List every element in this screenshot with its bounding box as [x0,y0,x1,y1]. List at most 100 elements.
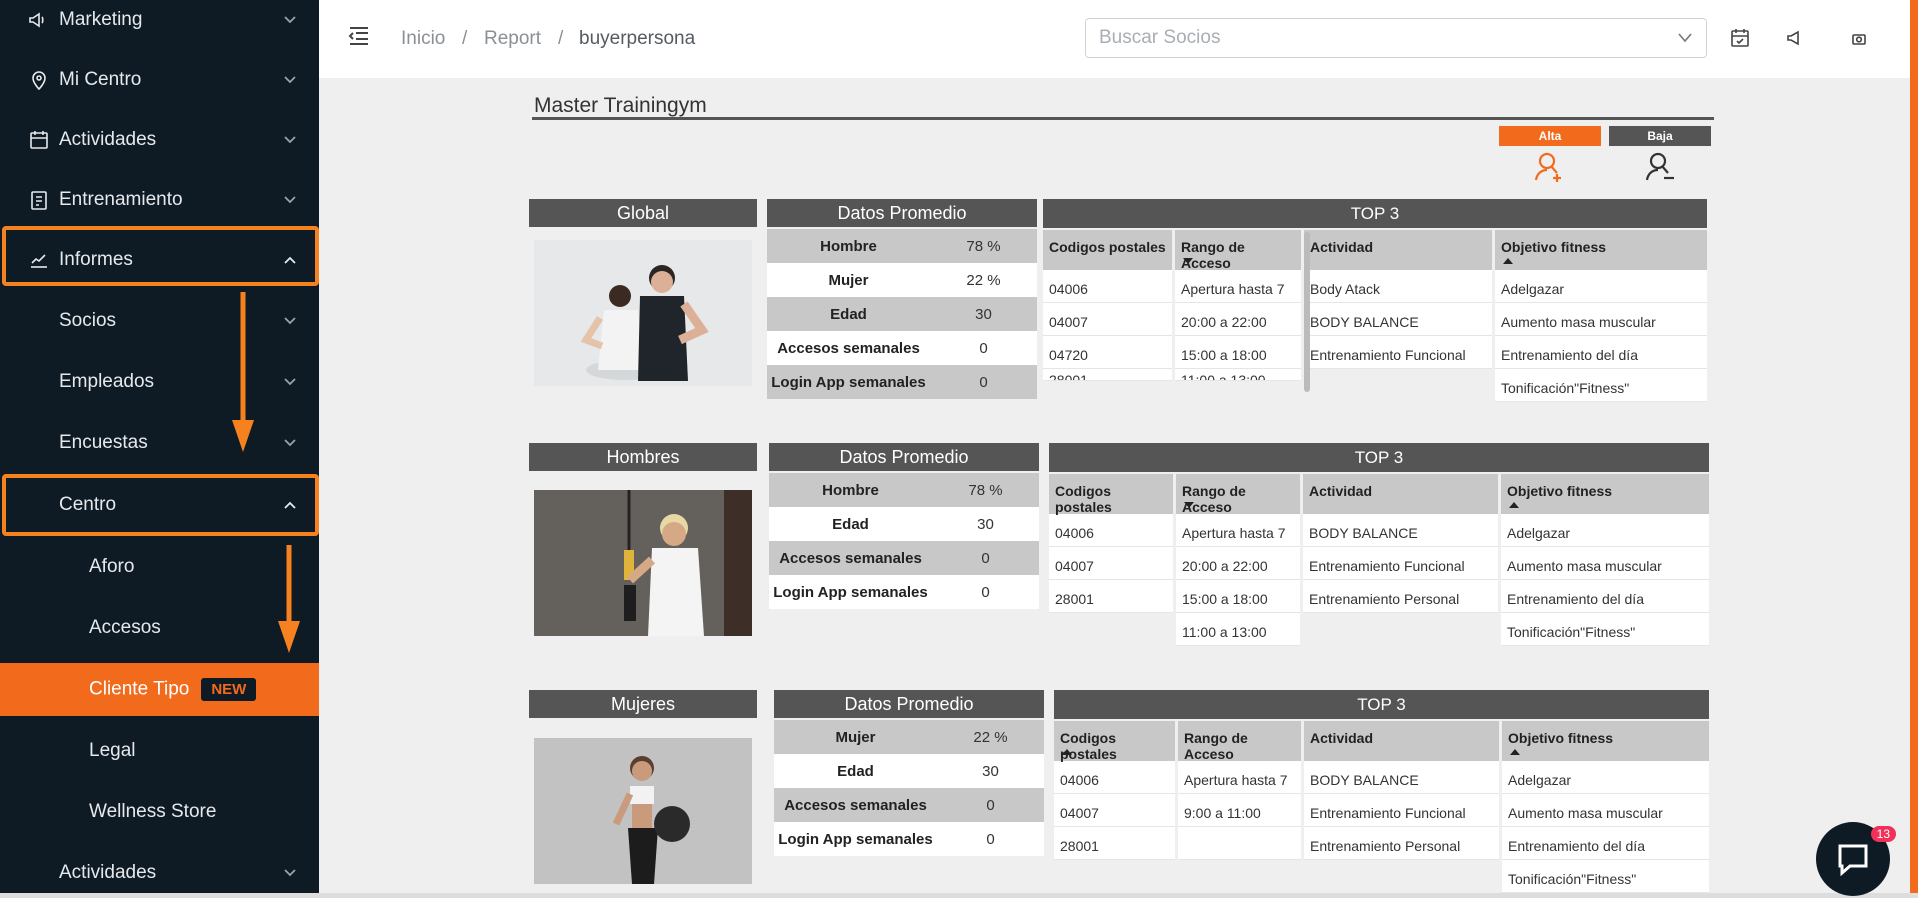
datos-key: Login App semanales [773,583,928,601]
location-pin-icon [32,71,46,91]
datos-key: Hombre [820,237,877,255]
table-cell: Entrenamiento Funcional [1304,794,1499,827]
orange-arrow-down-icon [278,545,300,653]
table-cell: 11:00 a 13:00 [1176,613,1300,646]
datos-key: Hombre [822,481,879,499]
breadcrumb-report[interactable]: Report [484,28,541,50]
sidebar-item-label: Accesos [89,617,161,638]
sidebar-item-empleados[interactable]: Empleados [0,355,319,409]
sidebar-item-encuestas[interactable]: Encuestas [0,416,319,470]
search-input[interactable] [1086,19,1706,57]
sort-asc-icon [1062,749,1072,755]
couple-fitness-photo [534,240,752,386]
datos-value: 78 % [968,481,1003,499]
camera-icon[interactable] [1850,27,1868,49]
sort-asc-icon [1503,258,1513,264]
sidebar-item-actividades-2[interactable]: Actividades [0,846,319,898]
table-cell: Entrenamiento Personal [1304,827,1499,860]
sidebar-item-label: Actividades [59,129,157,150]
datos-row: Hombre 78 % [769,473,1039,507]
table-cell: Adelgazar [1502,761,1709,794]
sidebar-item-legal[interactable]: Legal [0,724,319,778]
baja-filter-button[interactable]: Baja [1609,126,1711,146]
chevron-down-icon [284,317,296,325]
table-cell: 04006 [1043,270,1172,303]
top3-columns: Codigos postales 04006 04007 28001 Rango… [1049,474,1709,646]
datos-header-hombres: Datos Promedio [769,443,1039,471]
column-header[interactable]: Rango de Acceso [1175,230,1301,271]
column-header[interactable]: Objetivo fitness [1502,721,1709,761]
column-header[interactable]: Codigos postales [1043,230,1172,270]
datos-key: Mujer [835,728,876,746]
sidebar-item-label: Entrenamiento [59,189,183,210]
collapse-menu-icon[interactable] [348,26,370,46]
datos-table-hombres: Hombre 78 % Edad 30 Accesos semanales 0 Log… [769,473,1039,609]
sidebar-item-centro[interactable]: Centro [0,478,319,532]
sidebar-item-aforo[interactable]: Aforo [0,540,319,594]
column-header[interactable]: Actividad [1303,474,1498,514]
table-cell: Aumento masa muscular [1501,547,1709,580]
sidebar-item-cliente-tipo[interactable]: Cliente Tipo NEW [0,663,319,716]
clipboard-icon [31,191,47,210]
column-header[interactable]: Actividad [1304,721,1499,761]
horizontal-scrollbar[interactable] [0,893,1918,898]
breadcrumb-inicio[interactable]: Inicio [401,28,445,50]
orange-arrow-down-icon [232,292,254,452]
sidebar-item-informes[interactable]: Informes [0,233,319,287]
column-header-label: Objetivo fitness [1508,730,1614,746]
user-add-icon[interactable] [1533,150,1567,184]
top3-header: TOP 3 [1043,199,1707,228]
top3-header: TOP 3 [1049,443,1709,472]
sidebar-item-label: Actividades [59,862,157,883]
table-cell: 28001 [1054,827,1175,860]
datos-value: 22 % [966,271,1001,289]
chat-launcher-button[interactable]: 13 [1816,822,1896,896]
sidebar: Marketing Mi Centro Actividades Entrenam… [0,0,319,898]
column-header[interactable]: Actividad [1304,230,1492,270]
column-header[interactable]: Objetivo fitness [1495,230,1707,270]
chevron-down-icon [284,76,296,84]
column-header[interactable]: Codigos postales [1049,474,1173,515]
calendar-check-icon[interactable] [1729,27,1751,49]
table-cell: Tonificación"Fitness" [1495,369,1707,402]
datos-value: 0 [986,830,995,848]
column-header[interactable]: Rango de Acceso [1178,721,1301,762]
sidebar-item-accesos[interactable]: Accesos [0,601,319,655]
column-objetivo-fitness: Objetivo fitness Adelgazar Aumento masa … [1501,474,1709,646]
sidebar-item-label: Cliente Tipo NEW [89,678,257,701]
search-socios-select[interactable] [1085,18,1707,58]
sidebar-item-socios[interactable]: Socios [0,294,319,348]
column-header[interactable]: Objetivo fitness [1501,474,1709,514]
table-cell: Apertura hasta 7 [1178,761,1301,794]
column-actividad: Actividad Body Atack BODY BALANCE Entren… [1304,230,1492,402]
table-cell: 04006 [1054,761,1175,794]
table-cell: Entrenamiento Funcional [1304,336,1492,369]
sidebar-item-wellness-store[interactable]: Wellness Store [0,785,319,839]
column-header-label: Codigos postales [1060,730,1117,762]
sidebar-item-entrenamiento[interactable]: Entrenamiento [0,173,319,227]
table-cell: 04007 [1049,547,1173,580]
sidebar-item-marketing[interactable]: Marketing [0,0,319,47]
table-cell: BODY BALANCE [1303,514,1498,547]
user-remove-icon[interactable] [1644,150,1678,184]
column-header-label: Rango de Acceso [1181,239,1245,271]
table-cell: BODY BALANCE [1304,303,1492,336]
column-header-label: Actividad [1310,239,1374,255]
sidebar-item-mi-centro[interactable]: Mi Centro [0,53,319,107]
top3-columns: Codigos postales 04006 04007 04720 28001… [1043,230,1707,402]
column-objetivo-fitness: Objetivo fitness Adelgazar Aumento masa … [1502,721,1709,893]
sort-asc-icon [1509,502,1519,508]
chevron-down-icon [284,439,296,447]
sidebar-item-label: Legal [89,740,136,761]
column-header[interactable]: Codigos postales [1054,721,1175,762]
scrollbar-thumb[interactable] [1304,232,1310,392]
column-header[interactable]: Rango de Acceso [1176,474,1300,515]
table-cell: Apertura hasta 7 [1175,270,1301,303]
chart-line-icon [31,254,47,268]
datos-value: 30 [982,762,999,780]
alta-filter-button[interactable]: Alta [1499,126,1601,146]
sidebar-item-actividades[interactable]: Actividades [0,113,319,167]
column-actividad: Actividad BODY BALANCE Entrenamiento Fun… [1303,474,1498,646]
megaphone-icon[interactable] [1785,27,1807,49]
datos-value: 0 [979,339,988,357]
